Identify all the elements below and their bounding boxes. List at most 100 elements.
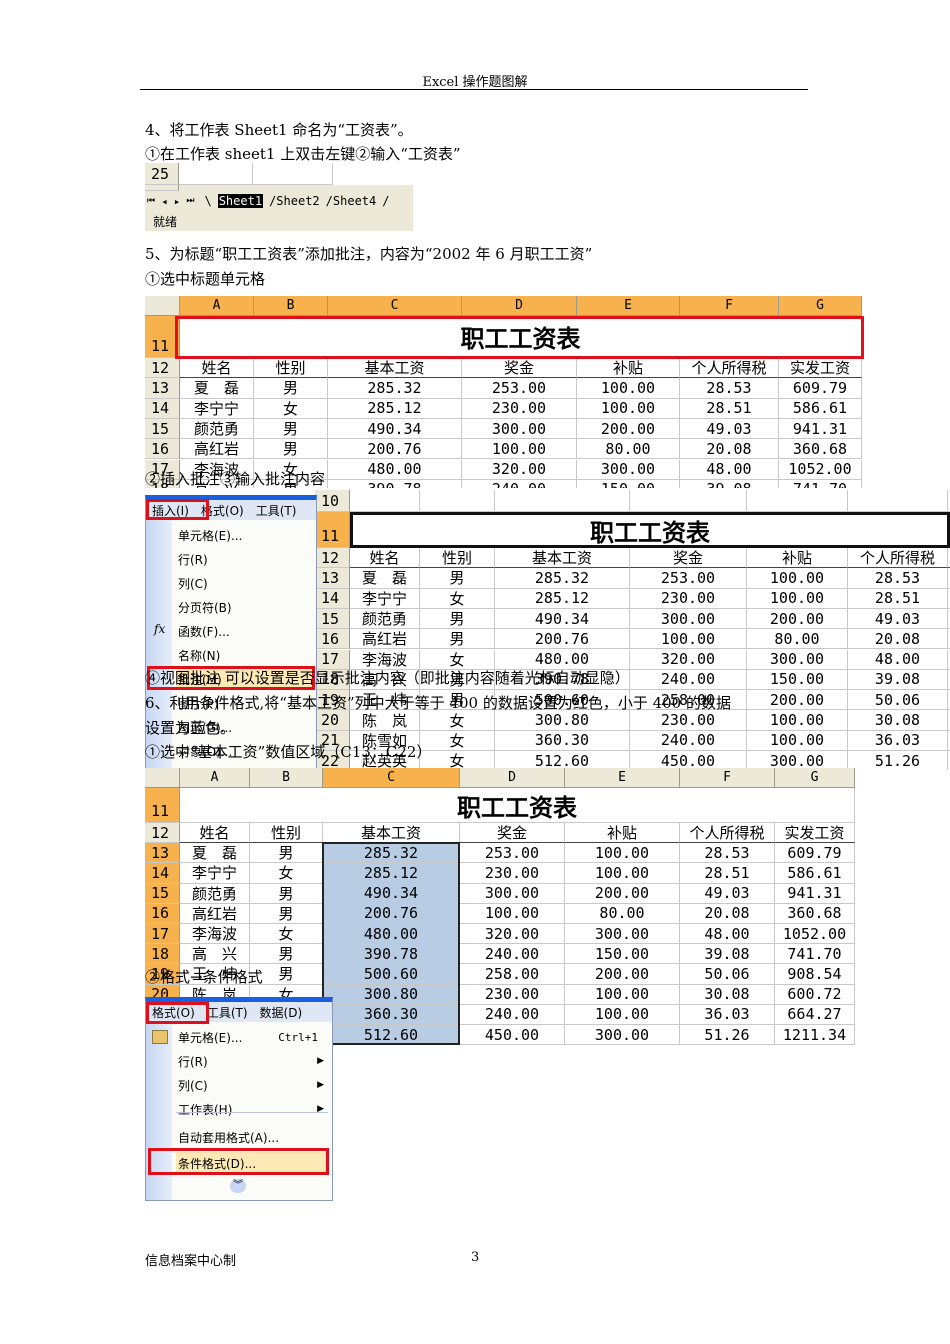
row-header[interactable]: 13 xyxy=(315,568,350,589)
menu-item[interactable]: 行(R) xyxy=(176,548,312,570)
table-cell[interactable]: 50.06 xyxy=(680,964,775,985)
column-label-cell[interactable]: 性别 xyxy=(420,548,495,569)
column-header[interactable]: E xyxy=(577,296,680,316)
table-cell[interactable]: 李宁宁 xyxy=(180,863,250,884)
column-label-cell[interactable]: 姓名 xyxy=(180,823,250,844)
menu-item[interactable]: 函数(F)... xyxy=(176,620,312,642)
table-cell[interactable]: 240.00 xyxy=(630,669,747,691)
column-label-cell[interactable]: 个人所得税 xyxy=(680,358,779,379)
table-cell[interactable]: 230.00 xyxy=(460,863,565,884)
column-header[interactable]: D xyxy=(462,296,577,316)
table-cell[interactable]: 908.54 xyxy=(775,964,855,985)
table-cell[interactable]: 360.30 xyxy=(495,730,630,751)
table-cell[interactable]: 女 xyxy=(254,398,328,419)
table-cell[interactable]: 100.00 xyxy=(577,398,680,419)
table-cell[interactable]: 200.00 xyxy=(747,608,848,630)
table-cell[interactable]: 48.00 xyxy=(680,459,779,480)
table-cell[interactable]: 80.00 xyxy=(565,903,680,924)
table-cell[interactable]: 男 xyxy=(250,903,323,924)
row-header[interactable]: 12 xyxy=(145,358,180,379)
row-header[interactable]: 14 xyxy=(315,588,350,609)
table-cell[interactable]: 490.34 xyxy=(328,418,462,440)
table-cell[interactable]: 51.26 xyxy=(848,751,948,770)
table-cell[interactable]: 49.03 xyxy=(680,418,779,440)
table-cell[interactable]: 300.00 xyxy=(577,459,680,480)
table-cell[interactable]: 28.51 xyxy=(680,863,775,884)
table-cell[interactable]: 男 xyxy=(250,843,323,864)
menu-item[interactable]: 行(R) ▶ xyxy=(176,1050,328,1072)
cell[interactable] xyxy=(350,490,420,512)
row-header[interactable]: 16 xyxy=(145,439,180,460)
column-label-cell[interactable]: 奖金 xyxy=(462,358,577,379)
table-cell[interactable]: 100.00 xyxy=(577,378,680,399)
table-cell[interactable]: 390.78 xyxy=(328,479,462,488)
column-label-cell[interactable]: 补贴 xyxy=(747,548,848,569)
table-cell[interactable]: 48.00 xyxy=(680,924,775,945)
column-label-cell[interactable]: 性别 xyxy=(250,823,323,844)
table-cell[interactable]: 600.72 xyxy=(775,984,855,1005)
table-cell[interactable]: 253.00 xyxy=(460,843,565,864)
table-cell[interactable]: 49.03 xyxy=(680,883,775,904)
select-all-corner[interactable] xyxy=(145,296,180,316)
table-cell[interactable]: 150.00 xyxy=(747,669,848,691)
table-cell[interactable]: 高红岩 xyxy=(350,629,420,650)
table-cell[interactable]: 100.00 xyxy=(565,984,680,1005)
table-cell[interactable]: 女 xyxy=(420,710,495,731)
column-label-cell[interactable]: 个人所得税 xyxy=(848,548,948,569)
row-header[interactable]: 11 xyxy=(315,512,350,548)
table-cell[interactable]: 男 xyxy=(420,568,495,589)
table-cell[interactable]: 200.00 xyxy=(577,418,680,440)
table-cell[interactable]: 200.00 xyxy=(565,964,680,985)
row-header[interactable]: 20 xyxy=(315,710,350,731)
table-cell[interactable]: 285.32 xyxy=(328,378,462,399)
menu-item[interactable]: 名称(N) xyxy=(176,644,312,666)
table-cell[interactable]: 300.00 xyxy=(565,924,680,945)
table-cell[interactable]: 285.12 xyxy=(328,398,462,419)
table-cell[interactable]: 高红岩 xyxy=(180,903,250,924)
table-cell[interactable]: 285.12 xyxy=(495,588,630,609)
column-label-cell[interactable]: 姓名 xyxy=(350,548,420,569)
table-cell[interactable]: 240.00 xyxy=(460,944,565,965)
row-header[interactable]: 15 xyxy=(145,883,180,904)
column-label-cell[interactable]: 补贴 xyxy=(565,823,680,844)
table-cell[interactable]: 1052.00 xyxy=(775,924,855,945)
table-cell[interactable]: 200.76 xyxy=(328,439,462,460)
table-cell[interactable]: 28.51 xyxy=(848,588,948,609)
table-cell[interactable]: 49.03 xyxy=(848,608,948,630)
expand-menu-icon[interactable]: ︾ xyxy=(230,1179,246,1193)
row-header[interactable]: 13 xyxy=(145,843,180,864)
table-cell[interactable]: 320.00 xyxy=(462,459,577,480)
table-cell[interactable]: 100.00 xyxy=(565,1004,680,1025)
row-header[interactable]: 10 xyxy=(315,490,350,512)
menu-item[interactable]: 分页符(B) xyxy=(176,596,312,618)
table-cell[interactable]: 360.68 xyxy=(775,903,855,924)
last-sheet-icon[interactable]: ⏭ xyxy=(186,196,194,206)
table-cell[interactable]: 200.00 xyxy=(565,883,680,904)
table-cell[interactable]: 586.61 xyxy=(775,863,855,884)
table-cell[interactable]: 100.00 xyxy=(460,903,565,924)
table-cell[interactable]: 男 xyxy=(254,378,328,399)
table-cell[interactable]: 100.00 xyxy=(565,863,680,884)
cell[interactable] xyxy=(420,490,495,512)
table-cell[interactable]: 100.00 xyxy=(747,730,848,751)
table-cell[interactable]: 200.00 xyxy=(747,690,848,711)
table-cell[interactable]: 28.53 xyxy=(680,843,775,864)
cell[interactable] xyxy=(747,490,848,512)
table-cell[interactable]: 450.00 xyxy=(460,1025,565,1046)
menu-item[interactable]: 自动套用格式(A)... xyxy=(176,1126,328,1148)
menu-item[interactable]: 列(C) ▶ xyxy=(176,1074,328,1096)
table-cell[interactable]: 李宁宁 xyxy=(350,588,420,609)
table-cell[interactable]: 男 xyxy=(250,944,323,965)
table-cell[interactable]: 480.00 xyxy=(328,459,462,480)
table-cell[interactable]: 253.00 xyxy=(630,568,747,589)
menu-item[interactable]: 列(C) xyxy=(176,572,312,594)
row-header[interactable]: 15 xyxy=(145,418,180,440)
table-cell[interactable]: 230.00 xyxy=(462,398,577,419)
table-cell[interactable]: 陈 岚 xyxy=(350,710,420,731)
column-header[interactable]: F xyxy=(680,768,775,788)
table-cell[interactable]: 男 xyxy=(250,883,323,904)
tab-sheet2[interactable]: Sheet2 xyxy=(276,194,319,208)
column-label-cell[interactable]: 实发工资 xyxy=(775,823,855,844)
column-header[interactable]: D xyxy=(460,768,565,788)
table-cell[interactable]: 李海波 xyxy=(180,924,250,945)
